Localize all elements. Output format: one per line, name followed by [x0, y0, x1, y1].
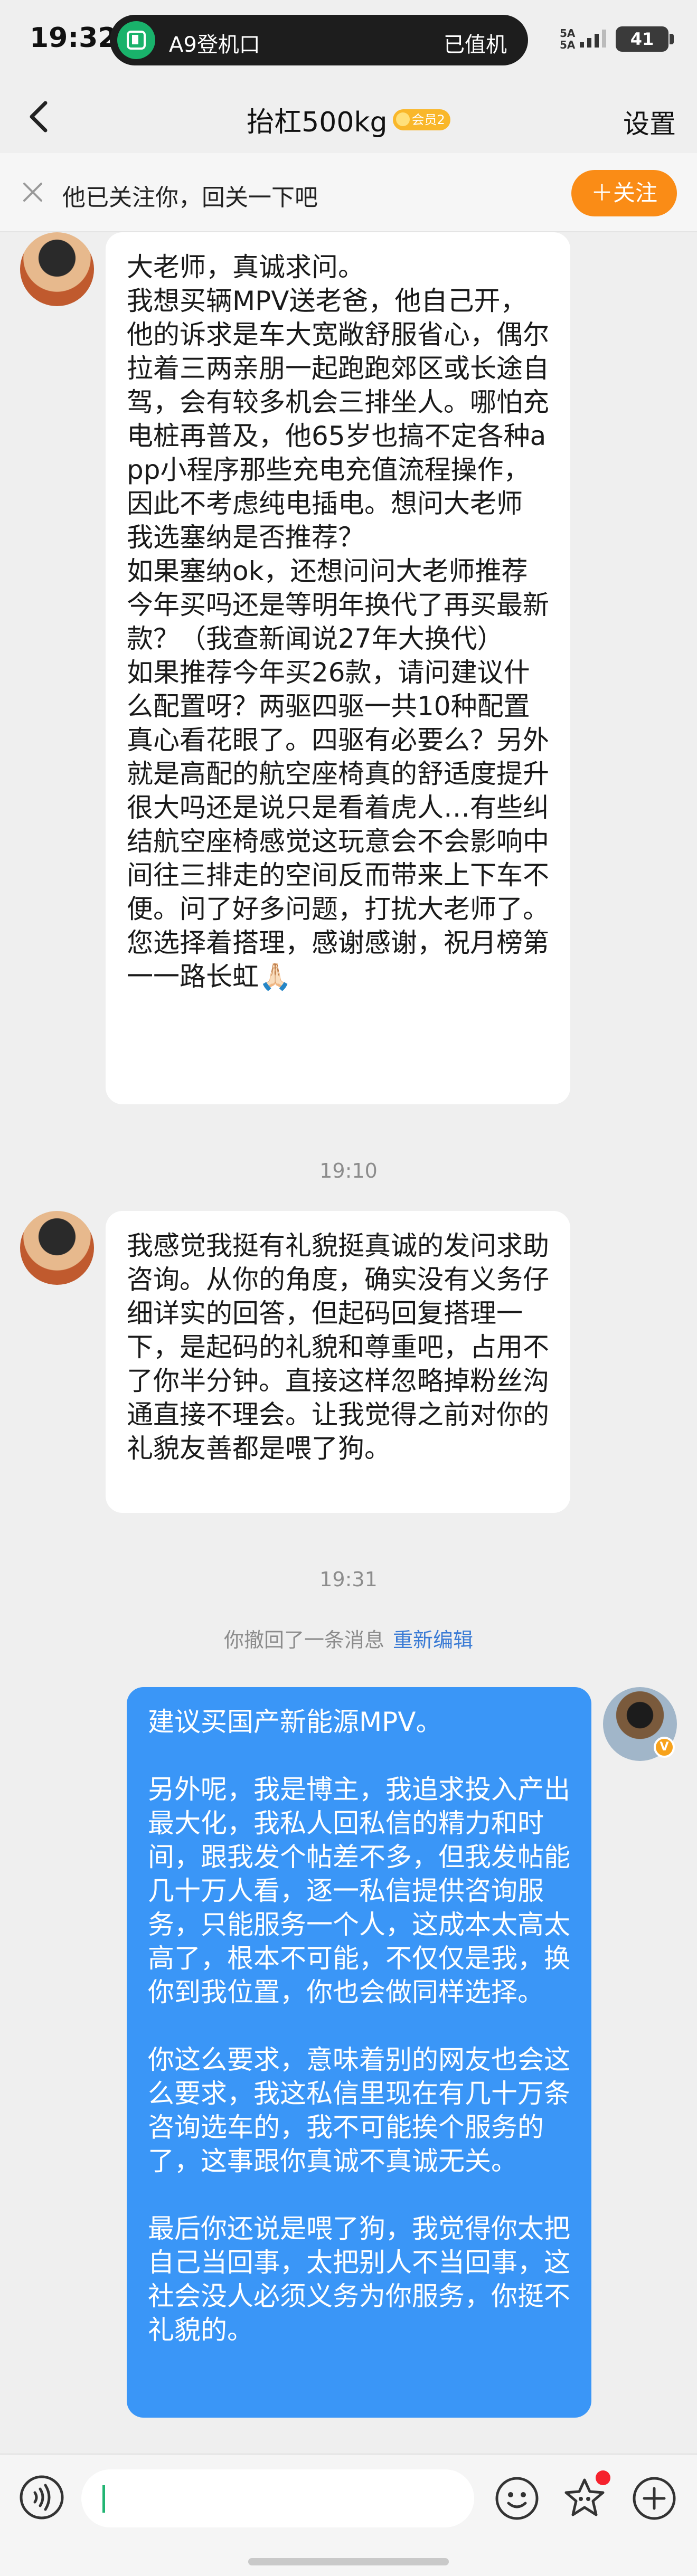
- text-cursor: [102, 2485, 105, 2513]
- verified-badge-icon: V: [654, 1737, 675, 1758]
- status-bar: 19:32 A9登机口 已值机 5A 5A 41: [0, 0, 697, 82]
- sender-avatar[interactable]: [20, 1211, 94, 1285]
- header-title-group: 抬杠500kg 会员2: [0, 100, 697, 139]
- message-bubble-outgoing[interactable]: 建议买国产新能源MPV。 另外呢，我是博主，我追求投入产出最大化，我私人回私信的…: [127, 1687, 591, 2418]
- close-icon[interactable]: [18, 177, 48, 207]
- message-input[interactable]: [81, 2469, 474, 2527]
- message-bubble-incoming[interactable]: 我感觉我挺有礼貌挺真诚的发问求助咨询。从你的角度，确实没有义务仔细详实的回答，但…: [106, 1211, 570, 1513]
- follow-notice-text: 他已关注你，回关一下吧: [62, 184, 318, 211]
- boarding-pass-icon: [117, 21, 155, 59]
- voice-icon[interactable]: [19, 2475, 64, 2520]
- recall-text: 你撤回了一条消息: [223, 1628, 384, 1652]
- emoji-icon[interactable]: [494, 2476, 540, 2521]
- message-timestamp: 19:10: [319, 1159, 378, 1182]
- message-bubble-incoming[interactable]: 大老师，真诚求问。 我想买辆MPV送老爸，他自己开，他的诉求是车大宽敞舒服省心，…: [106, 232, 570, 1104]
- status-time: 19:32: [30, 22, 117, 54]
- pill-status: 已值机: [444, 33, 507, 57]
- recall-notice: 你撤回了一条消息 重新编辑: [0, 1624, 697, 1653]
- page-title: 抬杠500kg: [247, 107, 388, 138]
- follow-button[interactable]: ＋关注: [571, 170, 677, 216]
- re-edit-link[interactable]: 重新编辑: [393, 1628, 473, 1652]
- notification-dot: [596, 2470, 610, 2485]
- sender-avatar[interactable]: [20, 232, 94, 306]
- chat-header: 抬杠500kg 会员2 设置: [0, 82, 697, 151]
- member-badge-label: 会员2: [411, 112, 445, 127]
- plus-icon[interactable]: [632, 2476, 677, 2521]
- battery-tip: [670, 34, 674, 44]
- crown-icon: [395, 112, 410, 126]
- signal-bars-icon: [580, 30, 606, 48]
- battery-icon: 41: [616, 26, 668, 52]
- message-timestamp: 19:31: [319, 1568, 378, 1591]
- pill-title: A9登机口: [169, 33, 260, 57]
- settings-button[interactable]: 设置: [623, 103, 676, 141]
- live-activity-pill[interactable]: A9登机口 已值机: [110, 15, 528, 65]
- member-badge: 会员2: [392, 109, 450, 130]
- signal-label: 5A 5A: [560, 27, 576, 51]
- home-indicator[interactable]: [248, 2558, 449, 2565]
- follow-notice: 他已关注你，回关一下吧 ＋关注: [0, 153, 697, 232]
